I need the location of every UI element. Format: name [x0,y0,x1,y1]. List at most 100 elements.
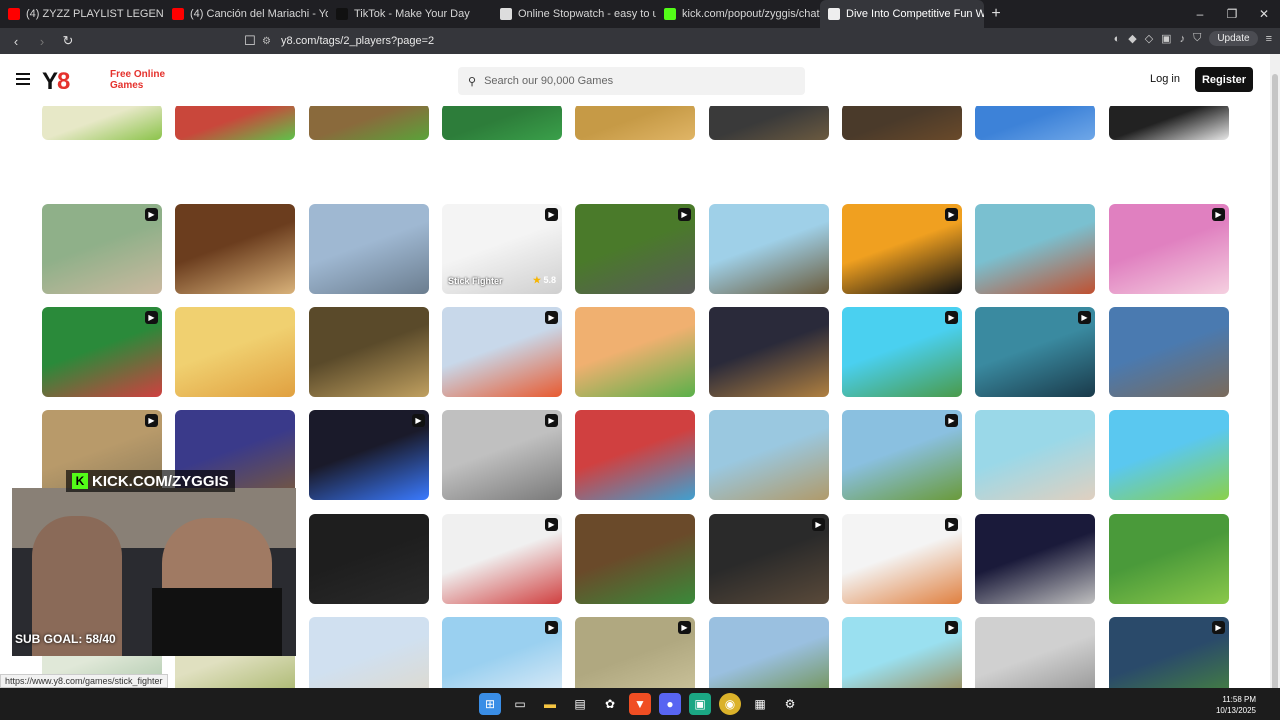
file-explorer-icon[interactable]: ▬ [539,693,561,715]
game-thumbnail[interactable]: ▶ [42,204,162,294]
url-field[interactable]: ⚙ y8.com/tags/2_players?page=2 [262,31,982,51]
bookmark-icon[interactable]: ☐ [240,33,260,49]
new-tab-button[interactable]: + [984,5,1008,23]
chatgpt-icon[interactable]: ✿ [599,693,621,715]
game-thumbnail[interactable] [42,104,162,140]
multiplayer-badge-icon: ▶ [945,208,958,221]
game-thumbnail[interactable]: ▶ [1109,204,1229,294]
game-thumbnail[interactable]: ▶ [442,410,562,500]
kick-icon: K [72,473,88,489]
game-thumbnail[interactable] [1109,410,1229,500]
game-thumbnail[interactable] [309,307,429,397]
tab-1[interactable]: (4) Canción del Mariachi - YouTube [164,0,328,28]
game-thumbnail[interactable]: ▶ [842,307,962,397]
game-thumbnail[interactable] [709,617,829,688]
tab-3[interactable]: Online Stopwatch - easy to use [492,0,656,28]
game-thumbnail[interactable]: ▶ [842,617,962,688]
window-controls: – ❐ ✕ [1184,0,1280,28]
game-thumbnail[interactable] [709,410,829,500]
game-thumbnail[interactable]: ▶ [842,410,962,500]
tab-0[interactable]: (4) ZYZZ PLAYLIST LEGEND 2021 NEW [0,0,164,28]
game-thumbnail[interactable] [309,514,429,604]
game-thumbnail[interactable] [709,204,829,294]
game-thumbnail[interactable] [1109,307,1229,397]
game-thumbnail[interactable] [309,104,429,140]
url-text: y8.com/tags/2_players?page=2 [280,35,435,47]
game-thumbnail[interactable]: ▶ [709,514,829,604]
game-thumbnail[interactable]: ▶ [442,514,562,604]
system-clock[interactable]: 11:58 PM 10/13/2025 [1216,694,1256,716]
game-thumbnail[interactable] [309,204,429,294]
windows-start-icon[interactable]: ⊞ [479,693,501,715]
task-view-icon[interactable]: ▭ [509,693,531,715]
game-thumbnail[interactable] [709,104,829,140]
extension-icon[interactable]: ◇ [1145,32,1153,45]
reload-icon[interactable]: ↻ [58,33,78,49]
settings-icon[interactable]: ⚙ [779,693,801,715]
forward-icon[interactable]: › [32,34,52,49]
site-info-icon[interactable]: ⚙ [262,36,271,47]
game-thumbnail[interactable] [175,204,295,294]
tab-2[interactable]: TikTok - Make Your Day [328,0,492,28]
game-thumbnail[interactable] [575,104,695,140]
hamburger-menu-icon[interactable] [16,73,30,85]
update-button[interactable]: Update [1209,31,1258,46]
multiplayer-badge-icon: ▶ [945,311,958,324]
game-thumbnail[interactable]: ▶ [575,204,695,294]
game-thumbnail[interactable]: ▶ [42,307,162,397]
close-window-icon[interactable]: ✕ [1248,0,1280,28]
game-thumbnail[interactable] [575,410,695,500]
scrollbar-thumb[interactable] [1272,74,1278,694]
game-thumbnail[interactable] [1109,104,1229,140]
discord-icon[interactable]: ● [659,693,681,715]
app-icon[interactable]: ▣ [689,693,711,715]
brave-icon[interactable]: ▼ [629,693,651,715]
game-thumbnail[interactable] [575,307,695,397]
extension-icon[interactable]: ◆ [1128,32,1136,45]
minimize-icon[interactable]: – [1184,0,1216,28]
shield-icon[interactable]: ⛉ [1193,32,1201,45]
game-thumbnail[interactable]: ▶ [442,307,562,397]
tab-4[interactable]: kick.com/popout/zyggis/chat [656,0,820,28]
back-icon[interactable]: ‹ [6,34,26,49]
game-thumbnail[interactable]: ▶ [975,307,1095,397]
game-thumbnail[interactable] [1109,514,1229,604]
search-input[interactable]: ⚲ Search our 90,000 Games [458,67,805,95]
game-thumbnail[interactable] [975,617,1095,688]
game-thumbnail[interactable] [309,617,429,688]
chrome-icon[interactable]: ◉ [719,693,741,715]
game-thumbnail[interactable] [975,104,1095,140]
game-thumbnail[interactable]: ▶ [575,617,695,688]
game-thumbnail[interactable] [842,104,962,140]
calculator-icon[interactable]: ▦ [749,693,771,715]
game-thumbnail[interactable] [709,307,829,397]
game-thumbnail[interactable] [175,307,295,397]
game-thumbnail[interactable] [975,410,1095,500]
register-button[interactable]: Register [1195,67,1253,92]
window-icon[interactable]: ▤ [569,693,591,715]
game-thumbnail[interactable] [575,514,695,604]
game-thumbnail[interactable]: ▶ [442,617,562,688]
page-scrollbar[interactable] [1270,54,1280,694]
search-icon: ⚲ [468,75,477,88]
game-thumbnail[interactable] [975,514,1095,604]
menu-icon[interactable]: ≡ [1266,33,1272,45]
game-thumbnail[interactable]: ▶ [1109,617,1229,688]
music-icon[interactable]: ♪ [1180,33,1186,45]
y8-logo[interactable]: Y8 [42,68,70,96]
restore-icon[interactable]: ❐ [1216,0,1248,28]
game-thumbnail[interactable] [175,104,295,140]
game-thumbnail[interactable]: ▶ Stick Fighter ★ 5.8 [442,204,562,294]
login-link[interactable]: Log in [1150,73,1180,85]
game-thumbnail[interactable]: ▶ [842,204,962,294]
game-thumbnail[interactable]: ▶ [309,410,429,500]
game-thumbnail[interactable]: ▶ [842,514,962,604]
multiplayer-badge-icon: ▶ [945,518,958,531]
sidebar-icon[interactable]: ▣ [1161,32,1171,45]
game-thumbnail[interactable] [975,204,1095,294]
extension-icon[interactable]: ◐ [1114,33,1121,45]
youtube-icon [8,8,20,20]
multiplayer-badge-icon: ▶ [145,208,158,221]
game-thumbnail[interactable] [442,104,562,140]
tab-5[interactable]: Dive Into Competitive Fun With✕ [820,0,984,28]
